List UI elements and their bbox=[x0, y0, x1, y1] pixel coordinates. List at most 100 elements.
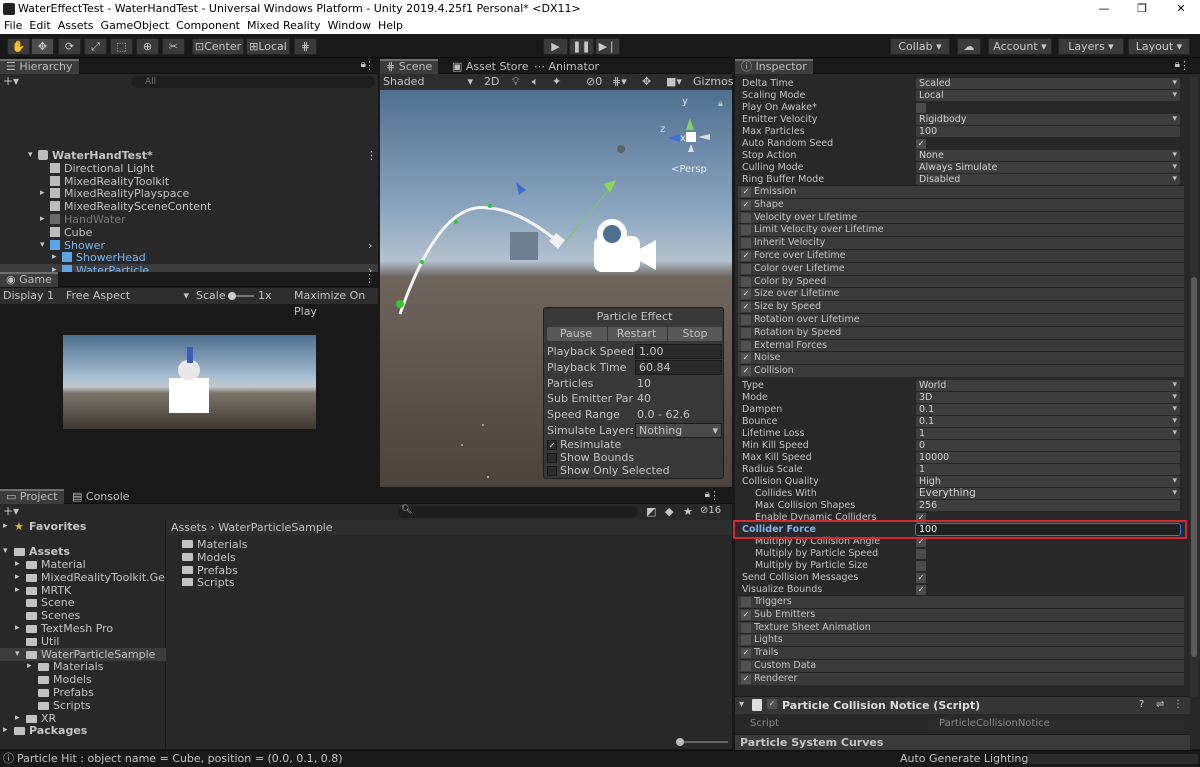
module-texture-sheet-animation[interactable]: Texture Sheet Animation bbox=[738, 620, 1184, 634]
menu-item-mixed-reality[interactable]: Mixed Reality bbox=[247, 19, 321, 32]
restart-effect-button[interactable]: Restart bbox=[607, 327, 665, 341]
inspector-input[interactable]: 10000 bbox=[916, 452, 1180, 463]
module-emission[interactable]: ✓ Emission bbox=[738, 185, 1184, 198]
play-button[interactable]: ▶ bbox=[543, 38, 568, 55]
project-tree-item[interactable]: ▸ Materials bbox=[0, 660, 166, 673]
asset-folder-item[interactable]: Models bbox=[182, 551, 236, 564]
breadcrumb-current[interactable]: WaterParticleSample bbox=[218, 521, 332, 534]
hierarchy-item[interactable]: Cube bbox=[0, 226, 378, 239]
project-tree-item[interactable]: Prefabs bbox=[0, 686, 166, 699]
inspector-dropdown[interactable]: Local bbox=[916, 90, 1180, 101]
help-icon[interactable]: ? bbox=[1139, 699, 1144, 710]
aspect-dropdown[interactable]: Free Aspect ▾ bbox=[66, 288, 189, 304]
inspector-dropdown[interactable]: 1 bbox=[916, 428, 1180, 439]
foldout-arrow-icon[interactable]: ▾ bbox=[739, 699, 744, 710]
inspector-scrollbar[interactable] bbox=[1190, 77, 1198, 697]
rotate-tool-button[interactable]: ⟳ bbox=[58, 38, 81, 55]
particle-effect-field[interactable]: 1.00 bbox=[635, 344, 722, 359]
tab-project[interactable]: ▭ Project bbox=[0, 489, 64, 504]
filter-label-icon[interactable]: ◆ bbox=[665, 505, 673, 518]
menu-item-edit[interactable]: Edit bbox=[29, 19, 50, 32]
menu-dots-icon[interactable]: ⋮ bbox=[364, 59, 375, 72]
project-search-input[interactable]: 🔍︎ bbox=[398, 505, 638, 518]
foldout-arrow-icon[interactable]: ▸ bbox=[15, 571, 20, 584]
module-checkbox[interactable] bbox=[741, 340, 751, 351]
camera-tools-icon[interactable]: ✥ bbox=[642, 74, 651, 90]
custom-tool-button[interactable]: ✂ bbox=[162, 38, 185, 55]
module-checkbox[interactable]: ✓ bbox=[741, 366, 751, 377]
scale-tool-button[interactable]: ⤢ bbox=[84, 38, 107, 55]
inspector-checkbox[interactable]: ✓ bbox=[916, 585, 926, 595]
menu-dots-icon[interactable]: ⋮ bbox=[1179, 59, 1190, 72]
menu-item-gameobject[interactable]: GameObject bbox=[101, 19, 170, 32]
module-force-over-lifetime[interactable]: ✓ Force over Lifetime bbox=[738, 249, 1184, 262]
inspector-dropdown[interactable]: Rigidbody bbox=[916, 114, 1180, 125]
scrollbar-thumb[interactable] bbox=[1191, 277, 1197, 657]
inspector-checkbox[interactable] bbox=[916, 561, 926, 571]
filter-type-icon[interactable]: ◩ bbox=[646, 505, 656, 518]
module-checkbox[interactable] bbox=[741, 238, 751, 249]
tab-asset-store[interactable]: ▣ Asset Store bbox=[446, 59, 535, 74]
grid-snap-button[interactable]: ⋕ bbox=[294, 38, 317, 55]
project-tree-item[interactable]: Scene bbox=[0, 596, 166, 609]
asset-folder-item[interactable]: Materials bbox=[182, 538, 247, 551]
inspector-input[interactable]: 1 bbox=[916, 464, 1180, 475]
inspector-dropdown[interactable]: 0.1 bbox=[916, 404, 1180, 415]
gizmos-dropdown[interactable]: Gizmos bbox=[693, 74, 734, 90]
tab-animator[interactable]: ⋯ Animator bbox=[528, 59, 605, 74]
menu-dots-icon[interactable]: ⋮ bbox=[366, 149, 377, 162]
particle-effect-checkbox[interactable]: ✓ bbox=[547, 440, 557, 450]
script-enabled-checkbox[interactable]: ✓ bbox=[767, 699, 777, 709]
inspector-dropdown[interactable]: 3D bbox=[916, 392, 1180, 403]
pause-effect-button[interactable]: Pause bbox=[547, 327, 605, 341]
project-tree-item[interactable]: ▸ XR bbox=[0, 712, 166, 725]
project-tree-item[interactable]: Models bbox=[0, 673, 166, 686]
module-checkbox[interactable] bbox=[741, 276, 751, 287]
tab-hierarchy[interactable]: ☰ Hierarchy bbox=[0, 59, 79, 74]
account-dropdown[interactable]: Account ▾ bbox=[988, 38, 1052, 55]
inspector-dropdown[interactable]: Everything bbox=[916, 488, 1180, 499]
module-color-by-speed[interactable]: Color by Speed bbox=[738, 274, 1184, 288]
foldout-arrow-icon[interactable]: ▾ bbox=[40, 239, 45, 252]
foldout-arrow-icon[interactable]: ▸ bbox=[15, 584, 20, 597]
module-checkbox[interactable]: ✓ bbox=[741, 609, 751, 620]
project-create-button[interactable]: +▾ bbox=[3, 504, 19, 518]
particle-effect-field[interactable]: Nothing ▾ bbox=[635, 423, 722, 438]
project-tree-item[interactable]: ▸ Material bbox=[0, 558, 166, 571]
hand-tool-button[interactable]: ✋ bbox=[7, 38, 30, 55]
inspector-dropdown[interactable]: Disabled bbox=[916, 174, 1180, 185]
menu-dots-icon[interactable]: ⋮ bbox=[364, 272, 375, 285]
project-tree-item[interactable]: Util bbox=[0, 635, 166, 648]
effects-icon[interactable]: ✦ bbox=[552, 74, 561, 90]
particle-effect-checkbox[interactable] bbox=[547, 452, 557, 463]
hierarchy-item[interactable]: MixedRealitySceneContent bbox=[0, 200, 378, 213]
cloud-button[interactable]: ☁ bbox=[957, 38, 981, 55]
component-menu-icon[interactable]: ⋮ bbox=[1173, 699, 1183, 710]
module-checkbox[interactable] bbox=[741, 597, 751, 607]
favorite-star-icon[interactable]: ★ bbox=[683, 505, 693, 518]
breadcrumb-assets[interactable]: Assets bbox=[171, 521, 207, 534]
module-checkbox[interactable]: ✓ bbox=[741, 199, 751, 210]
module-collision[interactable]: ✓ Collision bbox=[738, 364, 1184, 378]
module-inherit-velocity[interactable]: Inherit Velocity bbox=[738, 236, 1184, 250]
restore-button[interactable]: ❐ bbox=[1125, 0, 1159, 18]
module-sub-emitters[interactable]: ✓ Sub Emitters bbox=[738, 607, 1184, 621]
particle-system-curves-header[interactable]: Particle System Curves bbox=[735, 734, 1190, 750]
asset-folder-item[interactable]: Scripts bbox=[182, 576, 235, 589]
foldout-arrow-icon[interactable]: ▸ bbox=[40, 213, 45, 226]
2d-toggle[interactable]: 2D bbox=[484, 74, 499, 90]
inspector-input[interactable]: 256 bbox=[916, 500, 1180, 511]
module-checkbox[interactable]: ✓ bbox=[741, 251, 751, 261]
layout-dropdown[interactable]: Layout ▾ bbox=[1128, 38, 1190, 55]
module-checkbox[interactable] bbox=[741, 661, 751, 671]
foldout-arrow-icon[interactable]: ▸ bbox=[3, 724, 8, 737]
project-tree-item[interactable]: Scripts bbox=[0, 699, 166, 712]
module-limit-velocity-over-lifetime[interactable]: Limit Velocity over Lifetime bbox=[738, 223, 1184, 237]
menu-item-component[interactable]: Component bbox=[176, 19, 240, 32]
chevron-right-icon[interactable]: › bbox=[368, 239, 372, 252]
menu-item-assets[interactable]: Assets bbox=[58, 19, 94, 32]
hierarchy-item[interactable]: ▾ Shower › bbox=[0, 239, 378, 252]
foldout-arrow-icon[interactable]: ▸ bbox=[15, 712, 20, 725]
lighting-icon[interactable]: 💡︎ bbox=[512, 74, 520, 90]
pause-button[interactable]: ❚❚ bbox=[569, 38, 594, 55]
